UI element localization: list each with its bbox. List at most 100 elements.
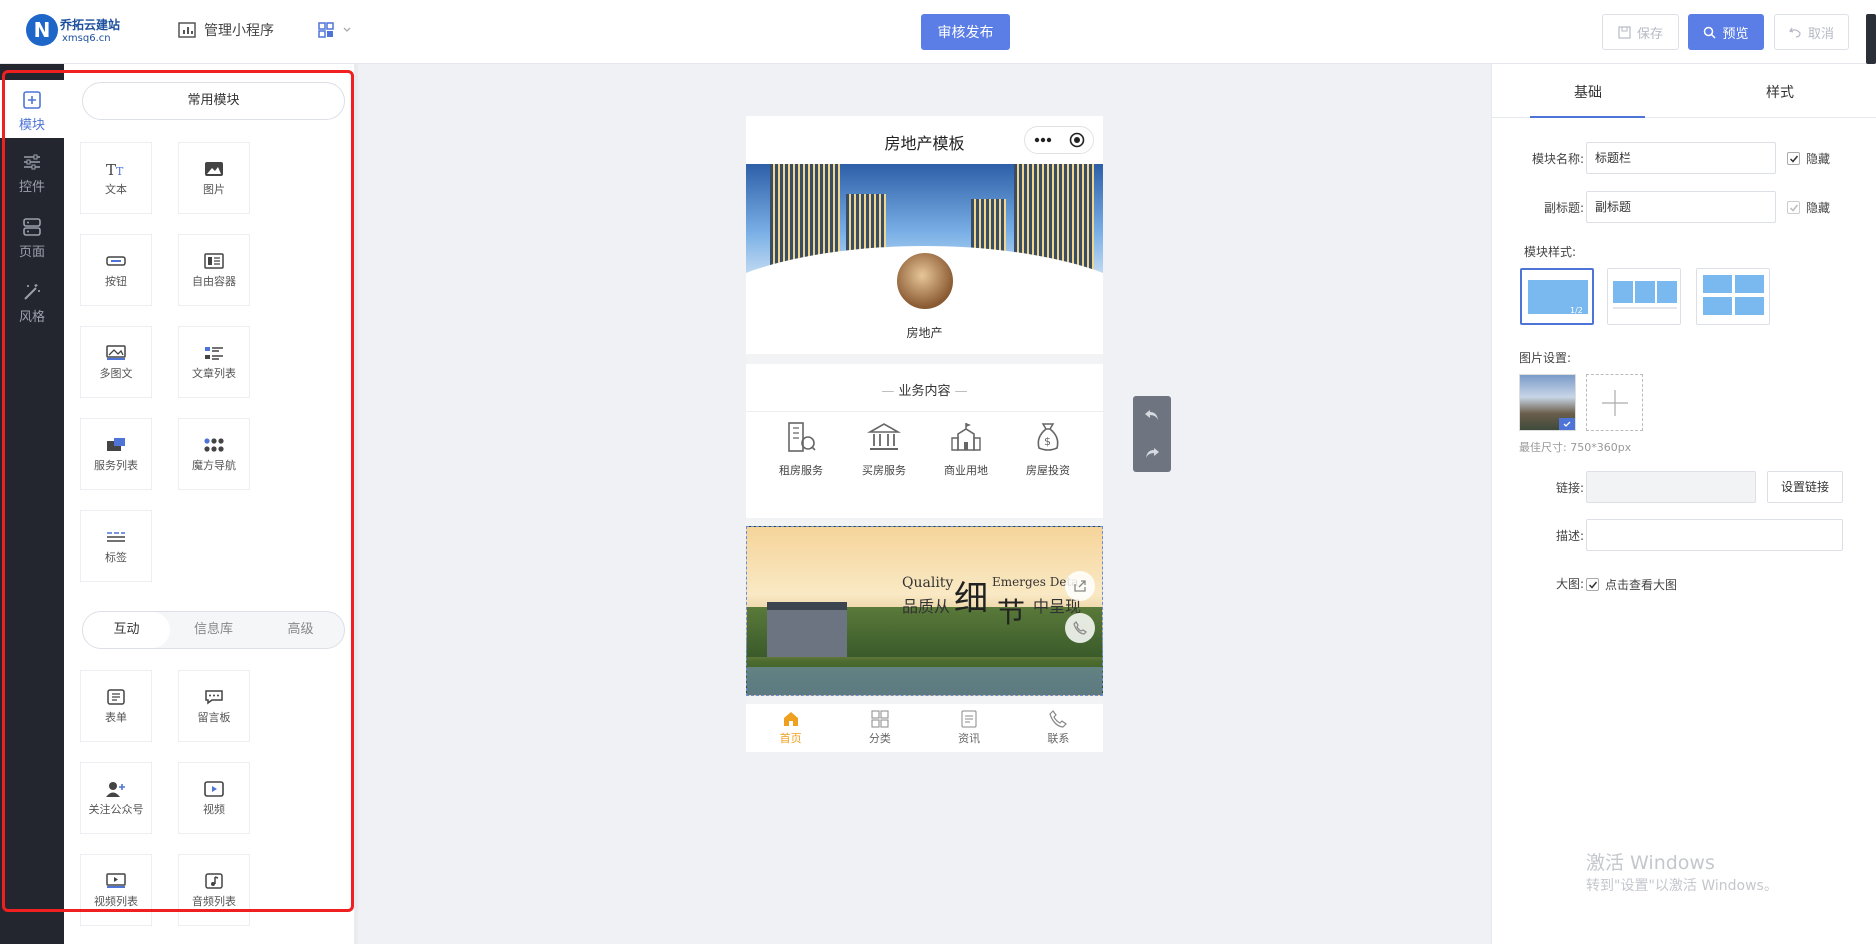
business-section[interactable]: — 业务内容 — 租房服务 买房服务 商业用地 $ 房屋投资 (746, 364, 1103, 518)
save-button[interactable]: 保存 (1602, 14, 1679, 50)
add-image-button[interactable] (1586, 374, 1643, 431)
rail-label: 风格 (18, 310, 45, 325)
module-cube-nav[interactable]: 魔方导航 (178, 418, 250, 490)
magic-wand-icon (24, 284, 40, 300)
chevron-down-icon (343, 27, 351, 32)
avatar[interactable] (894, 250, 956, 312)
set-link-button[interactable]: 设置链接 (1767, 471, 1843, 503)
rail-item-modules[interactable]: 模块 (0, 80, 64, 138)
grid-icon (318, 22, 334, 38)
save-label: 保存 (1636, 26, 1663, 42)
module-video-list[interactable]: 视频列表 (80, 854, 152, 926)
module-button[interactable]: 按钮 (80, 234, 152, 306)
module-video[interactable]: 视频 (178, 762, 250, 834)
chat-icon (205, 690, 223, 705)
layout-option-single[interactable]: 1/2 (1520, 268, 1594, 325)
undo-button[interactable] (1133, 396, 1171, 434)
tabbar-contact[interactable]: 联系 (1014, 704, 1103, 752)
module-tag[interactable]: 标签 (80, 510, 152, 582)
module-follow-official-account[interactable]: 关注公众号 (80, 762, 152, 834)
target-icon (1069, 132, 1084, 148)
tab-advanced[interactable]: 高级 (257, 612, 344, 648)
module-audio-list[interactable]: 音频列表 (178, 854, 250, 926)
service-rent[interactable]: 租房服务 (761, 420, 841, 478)
panel-scrollbar[interactable] (354, 64, 358, 944)
link-label: 链接: (1555, 481, 1584, 495)
selected-image-module[interactable]: Quality Emerges Deta 品质从 细 节 中呈现 (746, 526, 1103, 696)
cancel-button[interactable]: 取消 (1774, 14, 1849, 50)
dots-grid-icon (204, 438, 224, 452)
rail-item-style[interactable]: 风格 (0, 282, 64, 334)
home-icon (783, 712, 798, 726)
layout-option-three[interactable] (1607, 268, 1681, 325)
gallery-icon (106, 345, 126, 360)
tab-info-library[interactable]: 信息库 (170, 612, 257, 648)
description-label: 描述: (1555, 529, 1584, 543)
tabbar-category[interactable]: 分类 (835, 704, 924, 752)
description-input[interactable] (1586, 519, 1843, 551)
service-commercial-land[interactable]: 商业用地 (926, 420, 1006, 478)
link-input[interactable] (1586, 471, 1756, 503)
hide-subtitle-checkbox[interactable]: 隐藏 (1787, 199, 1830, 216)
image-settings-label: 图片设置: (1519, 351, 1572, 365)
big-image-label: 大图: (1555, 577, 1584, 591)
module-form[interactable]: 表单 (80, 670, 152, 742)
save-icon (1618, 25, 1631, 39)
logo-name: 乔拓云建站 (60, 18, 121, 32)
module-name-input[interactable]: 标题栏 (1586, 142, 1776, 174)
checkbox-checked-icon (1787, 152, 1800, 165)
module-multi-image-text[interactable]: 多图文 (80, 326, 152, 398)
tab-style[interactable]: 样式 (1766, 82, 1794, 102)
rail-label: 模块 (18, 118, 45, 133)
service-buy[interactable]: 买房服务 (844, 420, 924, 478)
service-investment[interactable]: $ 房屋投资 (1008, 420, 1088, 478)
windows-activation-watermark: 激活 Windows (1586, 852, 1715, 874)
rail-item-controls[interactable]: 控件 (0, 152, 64, 204)
share-button[interactable] (1065, 571, 1095, 601)
undo-icon (1145, 410, 1158, 420)
button-icon (106, 256, 126, 266)
music-icon (205, 873, 223, 889)
click-view-big-image-checkbox[interactable]: 点击查看大图 (1586, 576, 1677, 593)
app-switcher[interactable] (318, 22, 352, 38)
cancel-label: 取消 (1807, 26, 1834, 42)
checkbox-checked-icon (1586, 578, 1599, 591)
common-modules-header[interactable]: 常用模块 (82, 82, 345, 120)
module-text[interactable]: TT 文本 (80, 142, 152, 214)
rail-item-pages[interactable]: 页面 (0, 217, 64, 269)
miniprogram-capsule[interactable] (1024, 126, 1094, 154)
share-icon (1074, 580, 1086, 592)
undo-icon (1789, 27, 1801, 38)
call-button[interactable] (1065, 613, 1095, 643)
manage-miniprogram-link[interactable]: 管理小程序 (178, 20, 274, 40)
module-message-board[interactable]: 留言板 (178, 670, 250, 742)
tab-basic[interactable]: 基础 (1574, 82, 1602, 102)
header-banner[interactable]: 房地产 (746, 164, 1103, 354)
module-free-container[interactable]: 自由容器 (178, 234, 250, 306)
publish-button[interactable]: 审核发布 (921, 14, 1010, 50)
avatar-label: 房地产 (906, 326, 943, 340)
image-thumbnail[interactable] (1519, 374, 1576, 431)
tabbar-news[interactable]: 资讯 (925, 704, 1014, 752)
plus-square-icon (23, 91, 41, 109)
checkbox-checked-icon (1787, 201, 1800, 214)
tag-icon (107, 532, 125, 542)
hide-title-checkbox[interactable]: 隐藏 (1787, 150, 1830, 167)
preview-button[interactable]: 预览 (1688, 14, 1764, 50)
layout-option-grid[interactable] (1696, 268, 1770, 325)
subtitle-input[interactable]: 副标题 (1586, 191, 1776, 223)
user-plus-icon (106, 782, 125, 797)
tab-interactive[interactable]: 互动 (83, 612, 170, 648)
redo-icon (1146, 448, 1159, 458)
school-icon (951, 423, 981, 451)
module-image[interactable]: 图片 (178, 142, 250, 214)
phone-preview: 房地产模板 房地产 — 业务内容 — 租房服务 买房服务 商业用地 $ 房屋投资… (746, 116, 1103, 752)
logo-mark: N (26, 14, 58, 46)
more-icon (1034, 137, 1051, 143)
redo-button[interactable] (1133, 434, 1171, 472)
tabbar-home[interactable]: 首页 (746, 704, 835, 752)
form-icon (107, 689, 125, 705)
module-article-list[interactable]: 文章列表 (178, 326, 250, 398)
villa-illustration (767, 602, 847, 657)
module-service-list[interactable]: 服务列表 (80, 418, 152, 490)
